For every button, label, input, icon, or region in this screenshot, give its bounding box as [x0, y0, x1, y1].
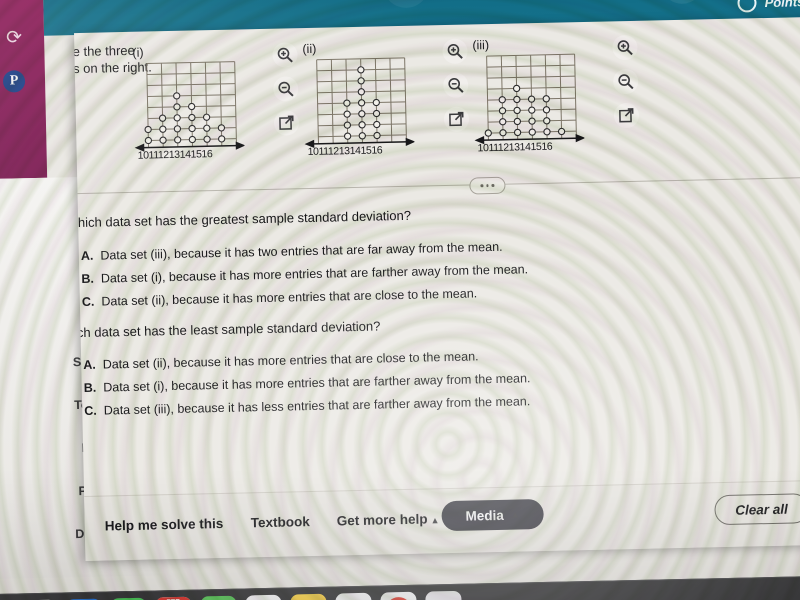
zoom-in-icon[interactable] — [272, 42, 298, 68]
popout-icon[interactable] — [443, 106, 470, 133]
dotplot-i-svg — [134, 61, 245, 152]
choice-text: Data set (ii), because it has more entri… — [102, 349, 479, 372]
pearson-logo-icon[interactable]: P — [2, 70, 26, 93]
dock-item-messages[interactable] — [200, 595, 238, 600]
question-b-choice-B[interactable]: B. Data set (i), because it has more ent… — [74, 371, 531, 398]
dotplot-iii-tick-labels: 10111213141516 — [477, 140, 553, 155]
laptop-screen: ⟳ P e Part 2 of 3 ❯ points Points: 0 deb… — [0, 0, 800, 600]
next-part-button[interactable]: ❯ — [660, 0, 704, 5]
plot-tools-iii — [612, 34, 642, 138]
dotplot-ii-svg — [304, 57, 415, 149]
points-value: Points: 0 — [764, 0, 800, 11]
zoom-out-icon[interactable] — [273, 76, 299, 102]
zoom-out-icon[interactable] — [612, 68, 639, 95]
choice-text: Data set (iii), because it has two entri… — [100, 239, 503, 263]
choice-text: Data set (iii), because it has less entr… — [103, 394, 531, 418]
dotplot-ii-tick-labels: 10111213141516 — [307, 144, 383, 159]
question-a-choice-B[interactable]: ★ B. Data set (i), because it has more e… — [74, 262, 529, 289]
choice-letter: B. — [83, 380, 97, 395]
question-a-prompt: Which data set has the greatest sample s… — [74, 207, 412, 231]
dock-item-notes[interactable] — [290, 593, 328, 600]
header-left-circle — [382, 0, 430, 9]
calendar-month: FEB — [155, 596, 192, 600]
choice-letter: C. — [84, 403, 97, 418]
dock-item-reminders[interactable] — [335, 592, 373, 600]
macos-dock: FEB 19 — [0, 575, 800, 600]
choice-letter: A. — [83, 357, 96, 372]
media-button[interactable]: Media ▲ — [441, 498, 544, 532]
dock-item-music[interactable] — [380, 591, 418, 600]
zoom-out-icon[interactable] — [442, 72, 469, 99]
choice-letter: A. — [80, 248, 94, 263]
choice-text: Data set (i), because it has more entrie… — [103, 371, 531, 395]
dock-item-appstore[interactable] — [425, 590, 463, 600]
points-status: Points: 0 — [737, 0, 800, 13]
dotplot-ii: 10111213141516 — [303, 52, 415, 159]
zoom-in-icon[interactable] — [612, 34, 638, 61]
question-b-choice-A[interactable]: A. Data set (ii), because it has more en… — [74, 349, 479, 375]
popout-icon[interactable] — [613, 102, 640, 129]
zoom-in-icon[interactable] — [442, 38, 468, 65]
clear-all-button[interactable]: Clear all — [714, 493, 800, 526]
caret-up-icon: ▲ — [430, 515, 440, 526]
choice-letter: C. — [81, 294, 95, 309]
get-more-help-button[interactable]: Get more help ▲ — [337, 511, 440, 528]
exercise-dialog: Compare the three data sets on the right… — [74, 16, 800, 561]
section-divider — [74, 177, 800, 196]
dotplot-i-tick-labels: 10111213141516 — [137, 148, 213, 162]
reload-icon[interactable]: ⟳ — [4, 27, 24, 48]
dock-item-calendar[interactable]: FEB 19 — [155, 596, 193, 600]
question-a-choice-C[interactable]: ✗ C. Data set (ii), because it has more … — [74, 286, 478, 312]
question-b-text: Which data set has the least sample stan… — [74, 318, 381, 341]
plot-tools-i — [272, 42, 302, 145]
question-a-choice-A[interactable]: A. Data set (iii), because it has two en… — [74, 240, 503, 266]
action-bar: Help me solve this Textbook Get more hel… — [84, 479, 800, 561]
collapse-handle[interactable] — [469, 176, 506, 195]
help-me-solve-this-button[interactable]: Help me solve this — [105, 516, 224, 534]
choice-text: Data set (ii), because it has more entri… — [101, 286, 478, 309]
textbook-button[interactable]: Textbook — [251, 514, 310, 530]
pearson-left-rail: ⟳ P — [0, 0, 48, 180]
choice-letter: B. — [81, 271, 95, 286]
dock-item-podcasts[interactable] — [245, 594, 283, 600]
popout-icon[interactable] — [273, 110, 300, 136]
media-label: Media — [465, 507, 504, 524]
points-ring-icon — [737, 0, 757, 13]
caret-up-icon: ▲ — [510, 509, 520, 520]
plot-tools-ii — [442, 38, 472, 141]
question-b-choice-C[interactable]: C. Data set (iii), because it has less e… — [74, 394, 531, 421]
photo-of-screen: ⟳ P e Part 2 of 3 ❯ points Points: 0 deb… — [0, 0, 800, 600]
get-more-help-label: Get more help — [336, 511, 428, 529]
question-a-text: (a) Which data set has the greatest samp… — [74, 208, 411, 233]
dotplot-iii-svg — [474, 53, 585, 145]
dotplot-i: 10111213141516 — [133, 55, 245, 162]
dotplot-iii: 10111213141516 — [472, 48, 585, 155]
choice-text: Data set (i), because it has more entrie… — [100, 262, 529, 286]
